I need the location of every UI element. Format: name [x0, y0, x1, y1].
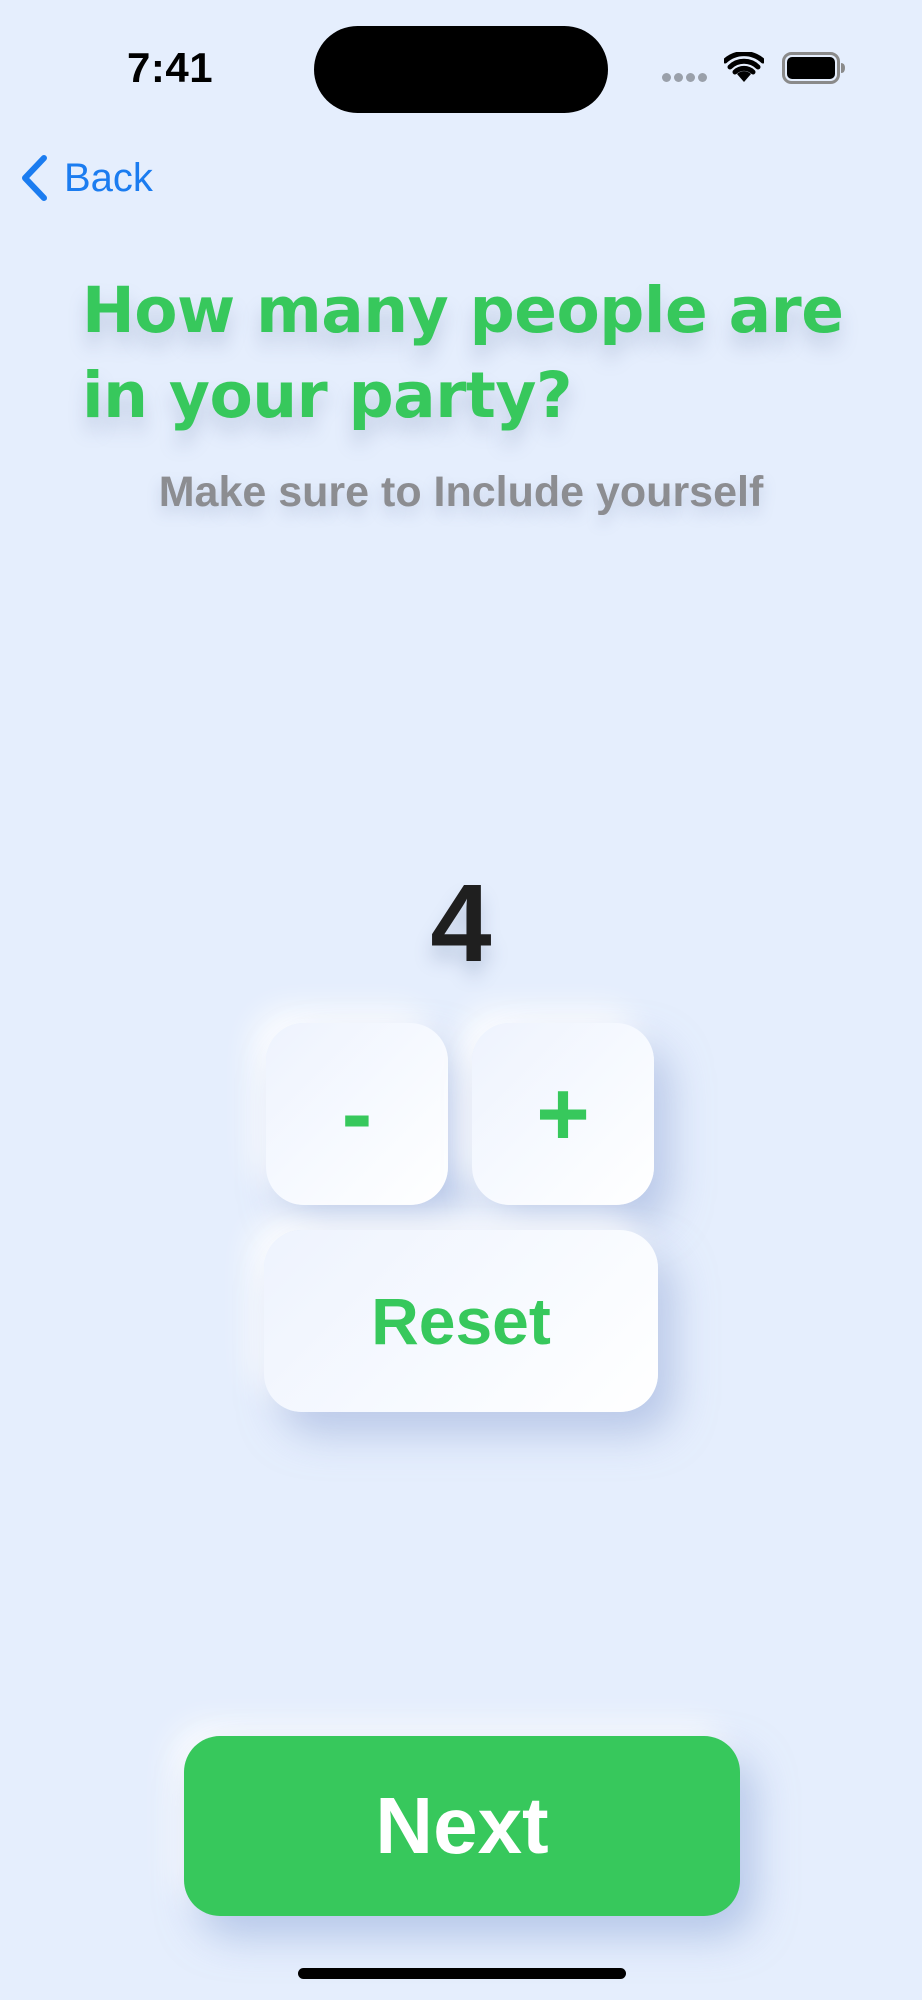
increment-button[interactable]: +	[472, 1023, 654, 1205]
dynamic-island	[314, 26, 608, 113]
chevron-left-icon	[22, 155, 47, 201]
back-label: Back	[64, 155, 153, 200]
page-title: How many people are in your party?	[82, 274, 844, 432]
party-count-value: 4	[430, 862, 492, 985]
battery-icon	[782, 52, 845, 84]
page-subtitle: Make sure to Include yourself	[158, 468, 764, 516]
next-button[interactable]: Next	[184, 1736, 740, 1916]
status-bar: 7:41	[0, 0, 922, 140]
cellular-signal-icon	[662, 73, 708, 85]
reset-button[interactable]: Reset	[264, 1230, 658, 1412]
home-indicator	[298, 1968, 626, 1979]
back-button[interactable]: Back	[18, 150, 153, 206]
status-time: 7:41	[127, 44, 214, 91]
wifi-icon	[724, 52, 764, 82]
decrement-button[interactable]: -	[266, 1023, 448, 1205]
